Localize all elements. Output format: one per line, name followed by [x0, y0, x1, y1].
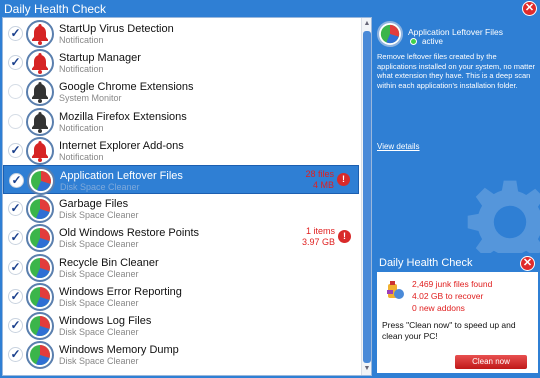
- item-name: Old Windows Restore Points: [59, 227, 199, 240]
- item-name: Startup Manager: [59, 52, 141, 65]
- popup-close-button[interactable]: ✕: [520, 256, 535, 271]
- item-count: 28 files: [305, 169, 334, 179]
- item-name: StartUp Virus Detection: [59, 23, 174, 35]
- item-count: 1 items: [305, 226, 335, 237]
- scroll-thumb[interactable]: [363, 31, 371, 363]
- recover-size: 4.02 GB to recover: [412, 291, 484, 301]
- bell-red-icon: [26, 136, 54, 165]
- item-size: 4 MB: [312, 180, 334, 190]
- scrollbar[interactable]: ▲ ▼: [361, 18, 371, 375]
- pie-chart-icon: [26, 253, 54, 282]
- list-item[interactable]: ✓ StartUp Virus Detection Notification: [3, 19, 359, 48]
- pie-chart-icon: [377, 21, 403, 47]
- item-category: Notification: [59, 151, 104, 162]
- bell-dark-icon: [26, 107, 54, 136]
- status-dot-icon: [410, 38, 417, 45]
- detail-status: active: [422, 37, 443, 46]
- list-item[interactable]: ✓ Application Leftover Files Disk Space Cl…: [3, 165, 359, 195]
- warning-icon: !: [338, 230, 351, 244]
- item-name: Garbage Files: [59, 198, 129, 211]
- list-item[interactable]: ✓ Windows Log Files Disk Space Cleaner: [3, 311, 359, 340]
- list-item[interactable]: ✓ Old Windows Restore Points Disk Space Cl…: [3, 223, 359, 253]
- item-category: Disk Space Cleaner: [59, 297, 139, 308]
- junk-files-count: 2,469 junk files found: [412, 279, 493, 289]
- item-name: Internet Explorer Add-ons: [59, 139, 184, 152]
- warning-icon: !: [337, 173, 350, 186]
- item-checkbox[interactable]: ✓: [8, 288, 23, 304]
- title-bar: Daily Health Check ✕: [0, 0, 540, 18]
- item-category: Notification: [59, 64, 104, 75]
- pie-chart-icon: [26, 341, 54, 370]
- detail-title: Application Leftover Files: [408, 27, 503, 37]
- list-item[interactable]: ✓ Internet Explorer Add-ons Notification: [3, 136, 359, 165]
- bell-red-icon: [26, 49, 54, 78]
- item-category: Notification: [59, 35, 104, 45]
- item-checkbox[interactable]: ✓: [8, 84, 23, 100]
- list-item[interactable]: ✓ Mozilla Firefox ExtensionsNotification: [3, 107, 359, 136]
- item-name: Windows Error Reporting: [59, 285, 182, 298]
- clean-now-button[interactable]: Clean now: [455, 355, 527, 369]
- pie-chart-icon: [26, 195, 54, 224]
- item-category: System Monitor: [59, 93, 122, 104]
- list-item[interactable]: ✓ Recycle Bin Cleaner Disk Space Cleaner: [3, 253, 359, 282]
- bell-dark-icon: [26, 78, 54, 107]
- item-checkbox[interactable]: ✓: [8, 347, 23, 363]
- window-title: Daily Health Check: [4, 2, 107, 16]
- item-name: Application Leftover Files: [60, 170, 183, 182]
- view-details-link[interactable]: View details: [377, 142, 420, 151]
- item-checkbox[interactable]: ✓: [8, 113, 23, 129]
- detail-description: Remove leftover files created by the app…: [377, 52, 535, 90]
- item-checkbox[interactable]: ✓: [8, 201, 23, 217]
- item-checkbox[interactable]: ✓: [8, 230, 23, 246]
- item-category: Disk Space Cleaner: [59, 356, 139, 367]
- bell-red-icon: [26, 20, 54, 48]
- item-checkbox[interactable]: ✓: [8, 318, 23, 333]
- item-name: Windows Memory Dump: [59, 344, 179, 357]
- item-category: Disk Space Cleaner: [59, 327, 139, 337]
- list-item[interactable]: ✓ Google Chrome ExtensionsSystem Monitor: [3, 77, 359, 107]
- item-name: Recycle Bin Cleaner: [59, 256, 159, 269]
- checks-list: ✓ StartUp Virus Detection Notification ✓ Sta…: [2, 17, 372, 376]
- item-size: 3.97 GB: [301, 237, 335, 248]
- item-category: Disk Space Cleaner: [59, 239, 139, 250]
- scroll-up-arrow-icon[interactable]: ▲: [362, 19, 371, 29]
- list-item[interactable]: ✓ Startup Manager Notification: [3, 48, 359, 78]
- item-checkbox[interactable]: ✓: [8, 259, 23, 275]
- popup-header: Daily Health Check ✕: [377, 255, 538, 272]
- popup-message: Press "Clean now" to speed up and clean …: [382, 320, 516, 341]
- item-name: Google Chrome Extensions: [59, 81, 194, 94]
- item-checkbox[interactable]: ✓: [8, 142, 23, 158]
- item-checkbox[interactable]: ✓: [9, 173, 24, 188]
- item-name: Mozilla Firefox Extensions: [59, 110, 187, 123]
- close-window-button[interactable]: ✕: [522, 1, 537, 16]
- item-category: Disk Space Cleaner: [60, 182, 140, 192]
- item-checkbox[interactable]: ✓: [8, 26, 23, 41]
- pie-chart-icon: [26, 224, 54, 253]
- item-category: Notification: [59, 122, 104, 133]
- item-category: Disk Space Cleaner: [59, 268, 139, 279]
- scroll-down-arrow-icon[interactable]: ▼: [362, 364, 371, 374]
- list-item[interactable]: ✓ Windows Error Reporting Disk Space Clean…: [3, 282, 359, 311]
- summary-popup: Daily Health Check ✕ 2,469 junk files fo…: [375, 253, 540, 375]
- item-checkbox[interactable]: ✓: [8, 55, 23, 71]
- item-category: Disk Space Cleaner: [59, 210, 139, 221]
- new-addons-count: 0 new addons: [412, 303, 465, 313]
- list-item[interactable]: ✓ Garbage Files Disk Space Cleaner: [3, 194, 359, 224]
- pie-chart-icon: [26, 312, 54, 340]
- item-name: Windows Log Files: [59, 315, 152, 327]
- pie-chart-icon: [27, 167, 55, 195]
- pie-chart-icon: [26, 282, 54, 311]
- popup-title: Daily Health Check: [379, 257, 473, 269]
- cleaning-icon: [387, 281, 404, 299]
- list-item[interactable]: ✓ Windows Memory Dump Disk Space Cleaner: [3, 340, 359, 370]
